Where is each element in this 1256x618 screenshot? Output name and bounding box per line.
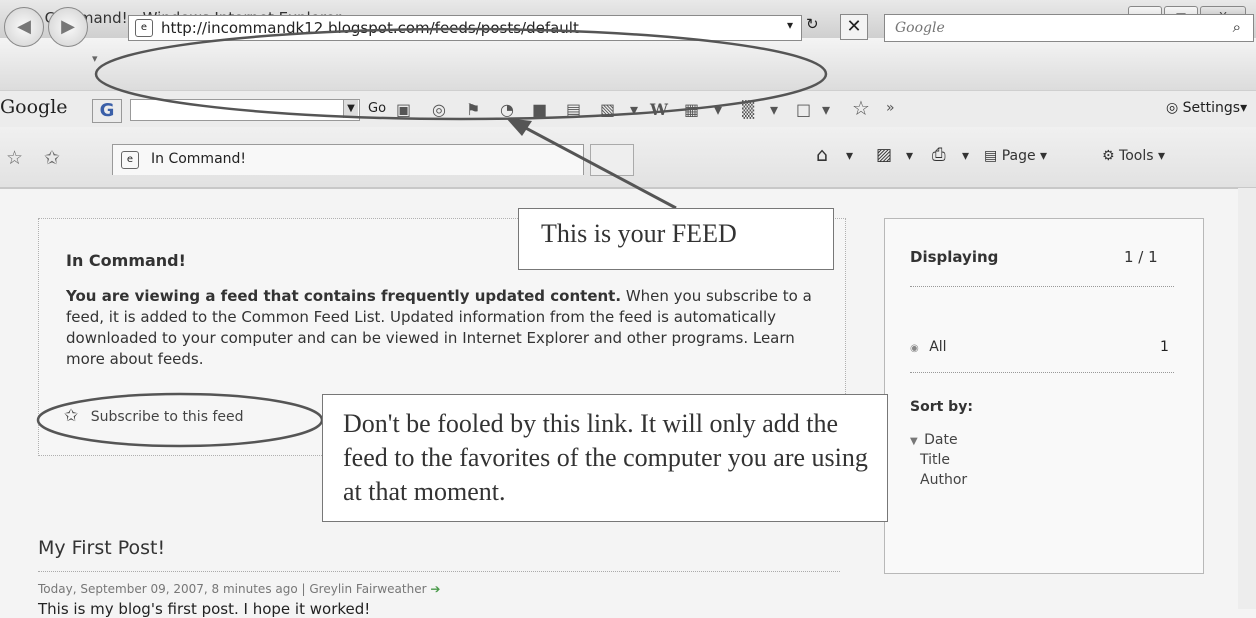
- feed-description-bold: You are viewing a feed that contains fre…: [66, 287, 622, 305]
- wikipedia-icon[interactable]: W: [650, 100, 668, 119]
- add-favorites-icon[interactable]: ✩: [44, 147, 60, 169]
- post-divider: [38, 571, 840, 572]
- sidebar-divider: [910, 372, 1174, 373]
- add-favorite-icon: ✩: [64, 406, 79, 426]
- toolbar-icon-13[interactable]: ▾: [822, 100, 830, 119]
- address-url: http://incommandk12.blogspot.com/feeds/p…: [161, 19, 579, 37]
- google-search-input[interactable]: [130, 99, 360, 121]
- sort-title[interactable]: Title: [920, 452, 950, 468]
- go-arrow-icon[interactable]: ➔: [430, 582, 440, 596]
- settings-label: Settings: [1182, 100, 1241, 116]
- page-icon: e: [135, 19, 153, 37]
- stop-button[interactable]: ✕: [840, 14, 868, 40]
- address-bar[interactable]: e http://incommandk12.blogspot.com/feeds…: [128, 15, 802, 41]
- more-tools-chevron[interactable]: »: [886, 100, 895, 116]
- feed-title: In Command!: [66, 251, 186, 270]
- back-button[interactable]: ◀: [4, 7, 44, 47]
- tools-menu-label: Tools: [1119, 148, 1154, 164]
- toolbar-icon-10[interactable]: ▒: [742, 100, 754, 119]
- tools-menu[interactable]: ⚙ Tools ▾: [1102, 148, 1165, 164]
- callout-feed-text: This is your FEED: [541, 219, 737, 248]
- post-title[interactable]: My First Post!: [38, 537, 165, 559]
- forward-button[interactable]: ▶: [48, 7, 88, 47]
- youtube-icon[interactable]: ▦: [684, 100, 699, 119]
- star-bookmark-icon[interactable]: ☆: [852, 96, 870, 120]
- feed-sidebar: [884, 218, 1204, 574]
- navigation-bar: [0, 38, 1256, 90]
- page-menu[interactable]: ▤ Page ▾: [984, 148, 1047, 164]
- tab-in-command[interactable]: e In Command!: [112, 144, 584, 175]
- google-g-button[interactable]: G: [92, 99, 122, 123]
- google-go-button[interactable]: Go: [368, 101, 386, 116]
- subscribe-label: Subscribe to this feed: [90, 409, 244, 425]
- new-tab-button[interactable]: [590, 144, 634, 176]
- google-settings[interactable]: ◎ Settings▾: [1166, 100, 1247, 116]
- sort-date[interactable]: ▼ Date: [910, 432, 958, 448]
- search-icon[interactable]: ⌕: [1233, 18, 1241, 36]
- favorites-star-icon[interactable]: ☆: [6, 147, 23, 169]
- search-input[interactable]: [893, 19, 1177, 37]
- tab-title: In Command!: [151, 151, 247, 167]
- feeds-dropdown-icon[interactable]: ▾: [906, 148, 913, 164]
- toolbar-icon-4[interactable]: ◔: [500, 100, 514, 119]
- page-dropdown-icon: ▾: [1040, 148, 1048, 164]
- filter-all-count: 1: [1160, 339, 1169, 355]
- google-label: Google: [0, 96, 68, 118]
- page-icon-cmd: ▤: [984, 148, 998, 164]
- callout-warning-text: Don't be fooled by this link. It will on…: [343, 409, 868, 506]
- post-meta-text: Today, September 09, 2007, 8 minutes ago…: [38, 582, 427, 596]
- bullet-icon: ◉: [910, 343, 919, 354]
- settings-icon: ◎: [1166, 100, 1179, 116]
- post-body: This is my blog's first post. I hope it …: [38, 600, 371, 618]
- tools-gear-icon: ⚙: [1102, 148, 1115, 164]
- subscribe-link[interactable]: ✩ Subscribe to this feed: [64, 406, 243, 426]
- address-dropdown-icon[interactable]: ▾: [787, 18, 793, 32]
- home-icon[interactable]: ⌂: [816, 144, 828, 166]
- scrollbar[interactable]: [1238, 188, 1256, 609]
- toolbar-icon-8[interactable]: ▾: [630, 100, 638, 119]
- recent-pages-icon[interactable]: ▾: [92, 52, 98, 65]
- google-search-dropdown-icon[interactable]: ▼: [343, 100, 358, 118]
- displaying-label: Displaying: [910, 248, 999, 266]
- sort-by-label: Sort by:: [910, 399, 973, 415]
- toolbar-icon-2[interactable]: ◎: [432, 100, 446, 119]
- tab-page-icon: e: [121, 151, 139, 169]
- toolbar-icon-11[interactable]: ▾: [770, 100, 778, 119]
- filter-all-label: All: [929, 339, 947, 355]
- print-dropdown-icon[interactable]: ▾: [962, 148, 969, 164]
- displaying-count: 1 / 1: [1124, 248, 1158, 266]
- feed-description: You are viewing a feed that contains fre…: [66, 286, 822, 370]
- tools-dropdown-icon: ▾: [1157, 148, 1165, 164]
- search-box[interactable]: ⌕: [884, 14, 1254, 42]
- toolbar-icon-3[interactable]: ⚑: [466, 100, 480, 119]
- sort-author[interactable]: Author: [920, 472, 967, 488]
- filter-all[interactable]: ◉ All: [910, 339, 947, 355]
- callout-feed: This is your FEED: [518, 208, 834, 270]
- print-icon[interactable]: ⎙: [932, 145, 946, 165]
- feeds-icon[interactable]: ▨: [876, 145, 892, 165]
- settings-dropdown-icon: ▾: [1240, 100, 1248, 116]
- callout-warning: Don't be fooled by this link. It will on…: [322, 394, 888, 522]
- sort-arrow-icon: ▼: [910, 436, 918, 447]
- toolbar-icon-5[interactable]: ■: [532, 100, 547, 119]
- refresh-icon[interactable]: ↻: [806, 15, 832, 39]
- toolbar-icon-1[interactable]: ▣: [396, 100, 411, 119]
- toolbar-icon-6[interactable]: ▤: [566, 100, 581, 119]
- sort-date-label: Date: [924, 432, 958, 448]
- page-menu-label: Page: [1001, 148, 1036, 164]
- sidebar-divider: [910, 286, 1174, 287]
- home-dropdown-icon[interactable]: ▾: [846, 148, 853, 164]
- toolbar-icon-12[interactable]: □: [796, 100, 811, 119]
- toolbar-icon-7[interactable]: ▧: [600, 100, 615, 119]
- toolbar-icon-9[interactable]: ▾: [714, 100, 722, 119]
- post-meta: Today, September 09, 2007, 8 minutes ago…: [38, 582, 440, 596]
